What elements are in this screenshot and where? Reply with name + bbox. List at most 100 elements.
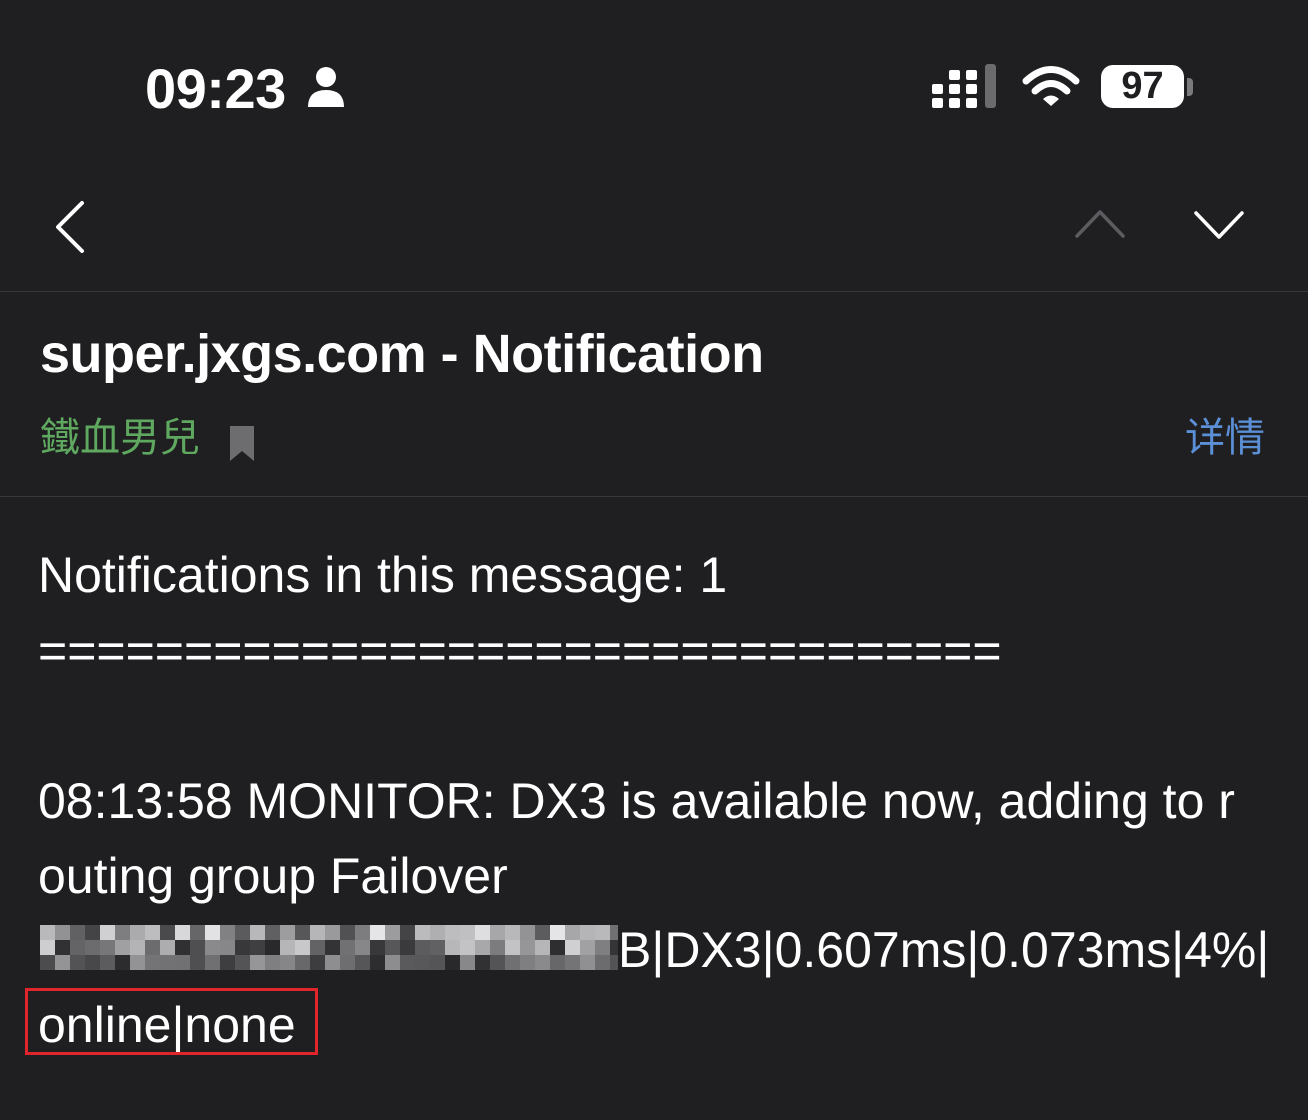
redaction-pixel [265, 940, 280, 955]
redaction-pixel [85, 925, 100, 940]
body-separator: ================================= [38, 623, 1002, 679]
redaction-pixel [490, 955, 505, 970]
redaction-pixel [610, 955, 618, 970]
body-event-line-1: 08:13:58 MONITOR: DX3 is available now, … [38, 773, 1235, 829]
body-event-line-2: outing group Failover [38, 848, 508, 904]
redaction-pixel [235, 955, 250, 970]
chevron-up-icon [1075, 210, 1125, 238]
redaction-pixel [610, 940, 618, 955]
body-event-line-3: B|DX3|0.607ms|0.073ms|4%| [618, 922, 1270, 978]
status-time: 09:23 [145, 57, 286, 120]
redaction-pixel [85, 955, 100, 970]
redaction-pixel [160, 940, 175, 955]
redaction-pixel [610, 925, 618, 940]
redaction-pixel [430, 940, 445, 955]
redaction-pixel [505, 955, 520, 970]
redaction-pixel [310, 925, 325, 940]
redaction-pixel [280, 940, 295, 955]
redaction-pixel [445, 925, 460, 940]
redaction-pixel [565, 940, 580, 955]
redaction-pixel [580, 925, 595, 940]
body-summary: Notifications in this message: 1 [38, 547, 728, 603]
redaction-pixel [580, 940, 595, 955]
redaction-pixel [205, 955, 220, 970]
sender-divider [0, 496, 1308, 497]
redaction-pixel [400, 955, 415, 970]
redaction-pixel [475, 955, 490, 970]
redaction-pixel [40, 925, 55, 940]
redaction-pixel [415, 940, 430, 955]
redaction-pixel [85, 940, 100, 955]
redaction-pixel [175, 925, 190, 940]
redaction-pixel [445, 940, 460, 955]
back-button[interactable] [40, 190, 100, 265]
redaction-pixel [460, 940, 475, 955]
redaction-pixel [385, 955, 400, 970]
redaction-pixel [205, 940, 220, 955]
next-message-button[interactable] [1180, 195, 1260, 250]
redaction-pixel [520, 955, 535, 970]
bookmark-icon[interactable] [229, 425, 255, 462]
chevron-left-icon [56, 201, 84, 253]
redaction-pixel [325, 955, 340, 970]
redaction-pixel [595, 955, 610, 970]
redaction-pixel [160, 925, 175, 940]
redaction-pixel [115, 940, 130, 955]
redaction-pixel [385, 940, 400, 955]
redaction-pixel [460, 955, 475, 970]
redaction-pixel [175, 940, 190, 955]
redaction-pixel [385, 925, 400, 940]
redaction-pixel [310, 940, 325, 955]
redaction-pixel [475, 940, 490, 955]
redaction-pixel [550, 955, 565, 970]
redaction-pixel [325, 925, 340, 940]
redaction-pixel [415, 955, 430, 970]
redaction-pixel [145, 940, 160, 955]
redaction-pixel [280, 955, 295, 970]
person-icon [308, 67, 344, 107]
redaction-pixel [220, 940, 235, 955]
redaction-pixel [70, 940, 85, 955]
redaction-pixel [70, 955, 85, 970]
redaction-pixel [115, 925, 130, 940]
redaction-pixel [535, 940, 550, 955]
redaction-pixel [190, 940, 205, 955]
previous-message-button[interactable] [1060, 195, 1140, 250]
redaction-pixel [55, 955, 70, 970]
details-link[interactable]: 详情 [1185, 414, 1265, 462]
redaction-pixel [250, 940, 265, 955]
message-subject: super.jxgs.com - Notification [40, 324, 764, 384]
redaction-pixel [235, 940, 250, 955]
redaction-pixel [130, 925, 145, 940]
redaction-pixel [370, 940, 385, 955]
redaction-pixel [310, 955, 325, 970]
redaction-pixel [130, 940, 145, 955]
battery-nub [1187, 78, 1193, 96]
redaction-pixel [265, 955, 280, 970]
redaction-pixel [295, 940, 310, 955]
redaction-pixel [235, 925, 250, 940]
redaction-pixel [550, 925, 565, 940]
redaction-pixel [205, 925, 220, 940]
redaction-pixel [520, 925, 535, 940]
redaction-pixel [220, 955, 235, 970]
redaction-pixel [295, 955, 310, 970]
sender-name[interactable]: 鐵血男兒 [40, 414, 200, 462]
redaction-pixel [40, 940, 55, 955]
redaction-pixel [430, 925, 445, 940]
redaction-pixel [250, 925, 265, 940]
redaction-pixel [100, 955, 115, 970]
chevron-down-icon [1194, 211, 1244, 239]
redaction-pixel [520, 940, 535, 955]
redaction-pixel [145, 925, 160, 940]
redaction-pixel [490, 940, 505, 955]
redaction-pixel [475, 925, 490, 940]
redaction-pixel [190, 925, 205, 940]
redacted-pixelated-block [40, 925, 618, 970]
redaction-pixel [580, 955, 595, 970]
redaction-pixel [355, 955, 370, 970]
redaction-pixel [115, 955, 130, 970]
wifi-icon [1022, 66, 1080, 106]
redaction-pixel [595, 925, 610, 940]
redaction-pixel [340, 955, 355, 970]
